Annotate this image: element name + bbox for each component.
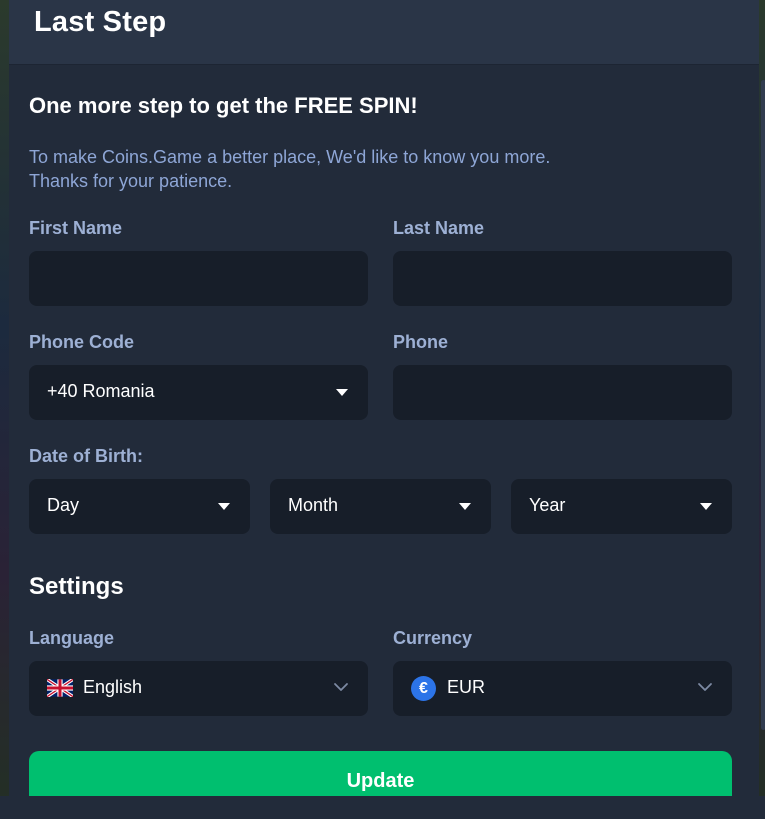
- settings-title: Settings: [29, 573, 124, 600]
- currency-select[interactable]: € EUR: [393, 661, 732, 716]
- language-value: English: [83, 677, 143, 697]
- phone-code-label: Phone Code: [29, 332, 135, 352]
- uk-flag-icon: [47, 679, 73, 697]
- currency-label: Currency: [393, 628, 473, 648]
- dob-label: Date of Birth:: [29, 446, 143, 466]
- caret-down-icon: [700, 503, 712, 510]
- dob-day-select[interactable]: Day: [29, 479, 250, 534]
- caret-down-icon: [218, 503, 230, 510]
- promo-heading: One more step to get the FREE SPIN!: [29, 93, 418, 118]
- first-name-label: First Name: [29, 218, 123, 238]
- scrollbar[interactable]: [759, 80, 765, 796]
- chevron-down-icon: [334, 683, 348, 691]
- description-line-1: To make Coins.Game a better place, We'd …: [29, 147, 551, 167]
- modal-header: Last Step: [9, 0, 759, 65]
- promo-description: To make Coins.Game a better place, We'd …: [29, 145, 729, 193]
- dob-year-select[interactable]: Year: [511, 479, 732, 534]
- last-name-field[interactable]: [393, 251, 732, 306]
- description-line-2: Thanks for your patience.: [29, 171, 233, 191]
- last-name-label: Last Name: [393, 218, 485, 238]
- phone-label: Phone: [393, 332, 449, 352]
- dob-year-value: Year: [529, 495, 566, 515]
- chevron-down-icon: [698, 683, 712, 691]
- euro-coin-icon: €: [411, 676, 436, 701]
- phone-code-select[interactable]: +40 Romania: [29, 365, 368, 420]
- caret-down-icon: [336, 389, 348, 396]
- dob-month-value: Month: [288, 495, 339, 515]
- dob-month-select[interactable]: Month: [270, 479, 491, 534]
- dob-day-value: Day: [47, 495, 80, 515]
- language-select[interactable]: English: [29, 661, 368, 716]
- first-name-field[interactable]: [29, 251, 368, 306]
- last-step-modal: Last Step One more step to get the FREE …: [9, 0, 765, 819]
- bottom-strip: [0, 796, 765, 819]
- currency-value: EUR: [447, 677, 486, 697]
- phone-code-value: +40 Romania: [47, 381, 155, 401]
- caret-down-icon: [459, 503, 471, 510]
- phone-field[interactable]: [393, 365, 732, 420]
- scrollbar-thumb[interactable]: [761, 80, 765, 730]
- language-label: Language: [29, 628, 115, 648]
- modal-title: Last Step: [34, 6, 167, 38]
